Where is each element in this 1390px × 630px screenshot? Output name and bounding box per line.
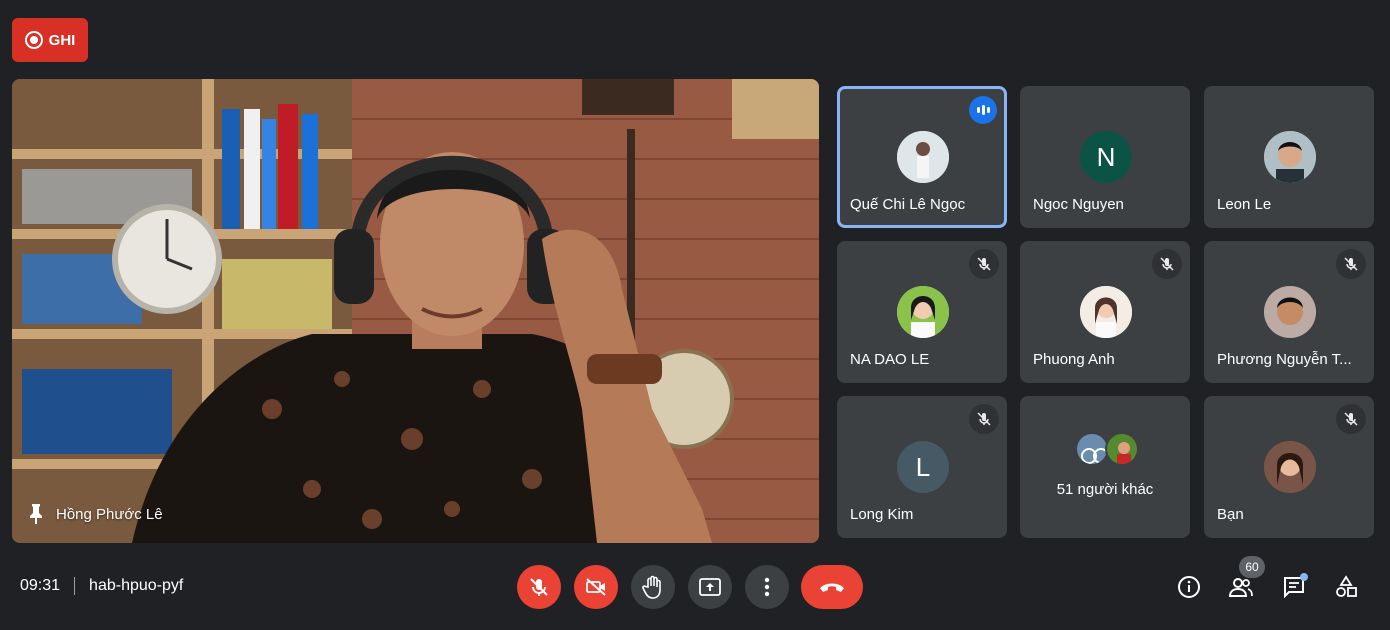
avatar bbox=[1264, 441, 1316, 493]
present-icon bbox=[699, 578, 721, 596]
pin-icon[interactable] bbox=[26, 503, 46, 525]
participant-name: Bạn bbox=[1217, 506, 1244, 523]
avatar bbox=[1075, 432, 1109, 466]
participant-tile[interactable]: Phuong Anh bbox=[1020, 241, 1190, 383]
speaking-indicator-icon bbox=[969, 96, 997, 124]
participant-tile[interactable]: Leon Le bbox=[1204, 86, 1374, 228]
recording-badge: GHI bbox=[12, 18, 88, 62]
raise-hand-button[interactable] bbox=[631, 565, 675, 609]
avatar bbox=[1264, 131, 1316, 183]
avatar bbox=[1080, 286, 1132, 338]
main-video-feed bbox=[12, 79, 819, 543]
avatar bbox=[897, 286, 949, 338]
main-video-tile[interactable]: Hồng Phước Lê bbox=[12, 79, 819, 543]
record-icon bbox=[24, 31, 43, 49]
hand-icon bbox=[642, 575, 661, 599]
participant-name: Ngoc Nguyen bbox=[1033, 196, 1124, 213]
participant-tile[interactable]: Phương Nguyễn T... bbox=[1204, 241, 1374, 383]
activities-button[interactable] bbox=[1332, 573, 1360, 601]
others-tile[interactable]: 51 người khác bbox=[1020, 396, 1190, 538]
camera-off-icon bbox=[586, 578, 606, 596]
info-button[interactable] bbox=[1175, 573, 1203, 601]
mic-off-icon bbox=[969, 404, 999, 434]
meeting-info: 09:31 hab-hpuo-pyf bbox=[20, 577, 183, 595]
mic-off-icon bbox=[1152, 249, 1182, 279]
participant-name: Phương Nguyễn T... bbox=[1217, 351, 1352, 368]
others-count: 51 người khác bbox=[1056, 481, 1154, 498]
participant-name: Phuong Anh bbox=[1033, 351, 1115, 368]
participant-tile[interactable]: Bạn bbox=[1204, 396, 1374, 538]
people-icon bbox=[1228, 578, 1253, 597]
main-speaker-name: Hồng Phước Lê bbox=[26, 503, 163, 525]
avatar bbox=[897, 131, 949, 183]
participant-name: NA DAO LE bbox=[850, 351, 930, 368]
avatar bbox=[1264, 286, 1316, 338]
participant-name: Leon Le bbox=[1217, 196, 1272, 213]
others-avatars bbox=[1075, 432, 1139, 466]
leave-call-button[interactable] bbox=[801, 565, 863, 609]
info-icon bbox=[1178, 576, 1200, 598]
avatar: L bbox=[897, 441, 949, 493]
mic-off-icon bbox=[969, 249, 999, 279]
divider bbox=[74, 577, 76, 595]
more-options-button[interactable] bbox=[745, 565, 789, 609]
camera-toggle-button[interactable] bbox=[574, 565, 618, 609]
avatar bbox=[1105, 432, 1139, 466]
participant-tile[interactable]: L Long Kim bbox=[837, 396, 1007, 538]
participant-tile[interactable]: NA DAO LE bbox=[837, 241, 1007, 383]
avatar: N bbox=[1080, 131, 1132, 183]
participant-tile[interactable]: Quế Chi Lê Ngọc bbox=[837, 86, 1007, 228]
more-vert-icon bbox=[764, 577, 770, 597]
activities-icon bbox=[1336, 575, 1357, 597]
mic-off-icon bbox=[1336, 249, 1366, 279]
meeting-time: 09:31 bbox=[20, 577, 61, 594]
mic-toggle-button[interactable] bbox=[517, 565, 561, 609]
mic-off-icon bbox=[1336, 404, 1366, 434]
participant-name: Long Kim bbox=[850, 506, 914, 523]
chat-notification-dot bbox=[1300, 573, 1308, 581]
main-speaker-label: Hồng Phước Lê bbox=[56, 505, 163, 523]
present-button[interactable] bbox=[688, 565, 732, 609]
participant-tile[interactable]: N Ngoc Nguyen bbox=[1020, 86, 1190, 228]
participant-name: Quế Chi Lê Ngọc bbox=[850, 196, 966, 213]
people-button[interactable] bbox=[1227, 573, 1255, 601]
recording-label: GHI bbox=[48, 31, 76, 49]
mic-off-icon bbox=[530, 578, 548, 596]
hang-up-icon bbox=[820, 583, 844, 592]
meeting-code: hab-hpuo-pyf bbox=[89, 577, 184, 594]
